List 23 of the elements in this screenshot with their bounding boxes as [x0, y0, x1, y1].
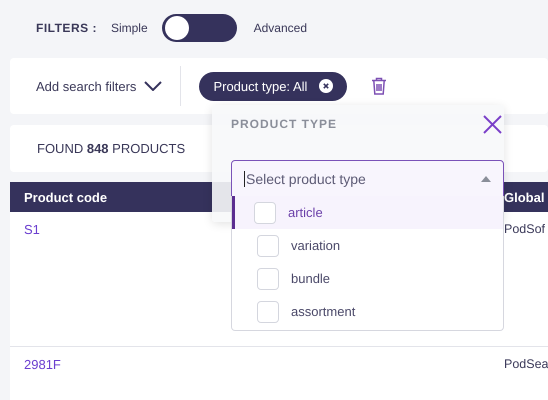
dropdown-option[interactable]: article — [232, 196, 503, 229]
add-filters-dropdown[interactable]: Add search filters — [10, 66, 182, 106]
dropdown-option[interactable]: assortment — [232, 295, 503, 328]
advanced-label: Advanced — [254, 20, 307, 34]
checkbox[interactable] — [254, 202, 276, 224]
product-code-link[interactable]: 2981F — [10, 357, 490, 372]
table-cell-text: PodSof — [503, 222, 546, 236]
chevron-down-icon — [144, 81, 162, 91]
results-count: FOUND 848 PRODUCTS — [37, 141, 186, 156]
popup-title: PRODUCT TYPE — [231, 117, 338, 131]
mode-toggle[interactable] — [162, 14, 237, 42]
checkbox[interactable] — [257, 268, 279, 290]
product-type-select[interactable]: Select product type — [231, 160, 504, 197]
dropdown-option[interactable]: bundle — [232, 262, 503, 295]
filter-chip[interactable]: Product type: All — [199, 72, 348, 100]
dropdown-option[interactable]: variation — [232, 229, 503, 262]
filters-label: FILTERS : — [36, 20, 97, 34]
simple-label: Simple — [110, 20, 148, 34]
remove-icon[interactable] — [319, 79, 334, 93]
close-icon[interactable] — [483, 115, 502, 134]
trash-icon[interactable] — [371, 77, 388, 95]
checkbox[interactable] — [257, 300, 279, 322]
checkbox[interactable] — [257, 234, 279, 256]
